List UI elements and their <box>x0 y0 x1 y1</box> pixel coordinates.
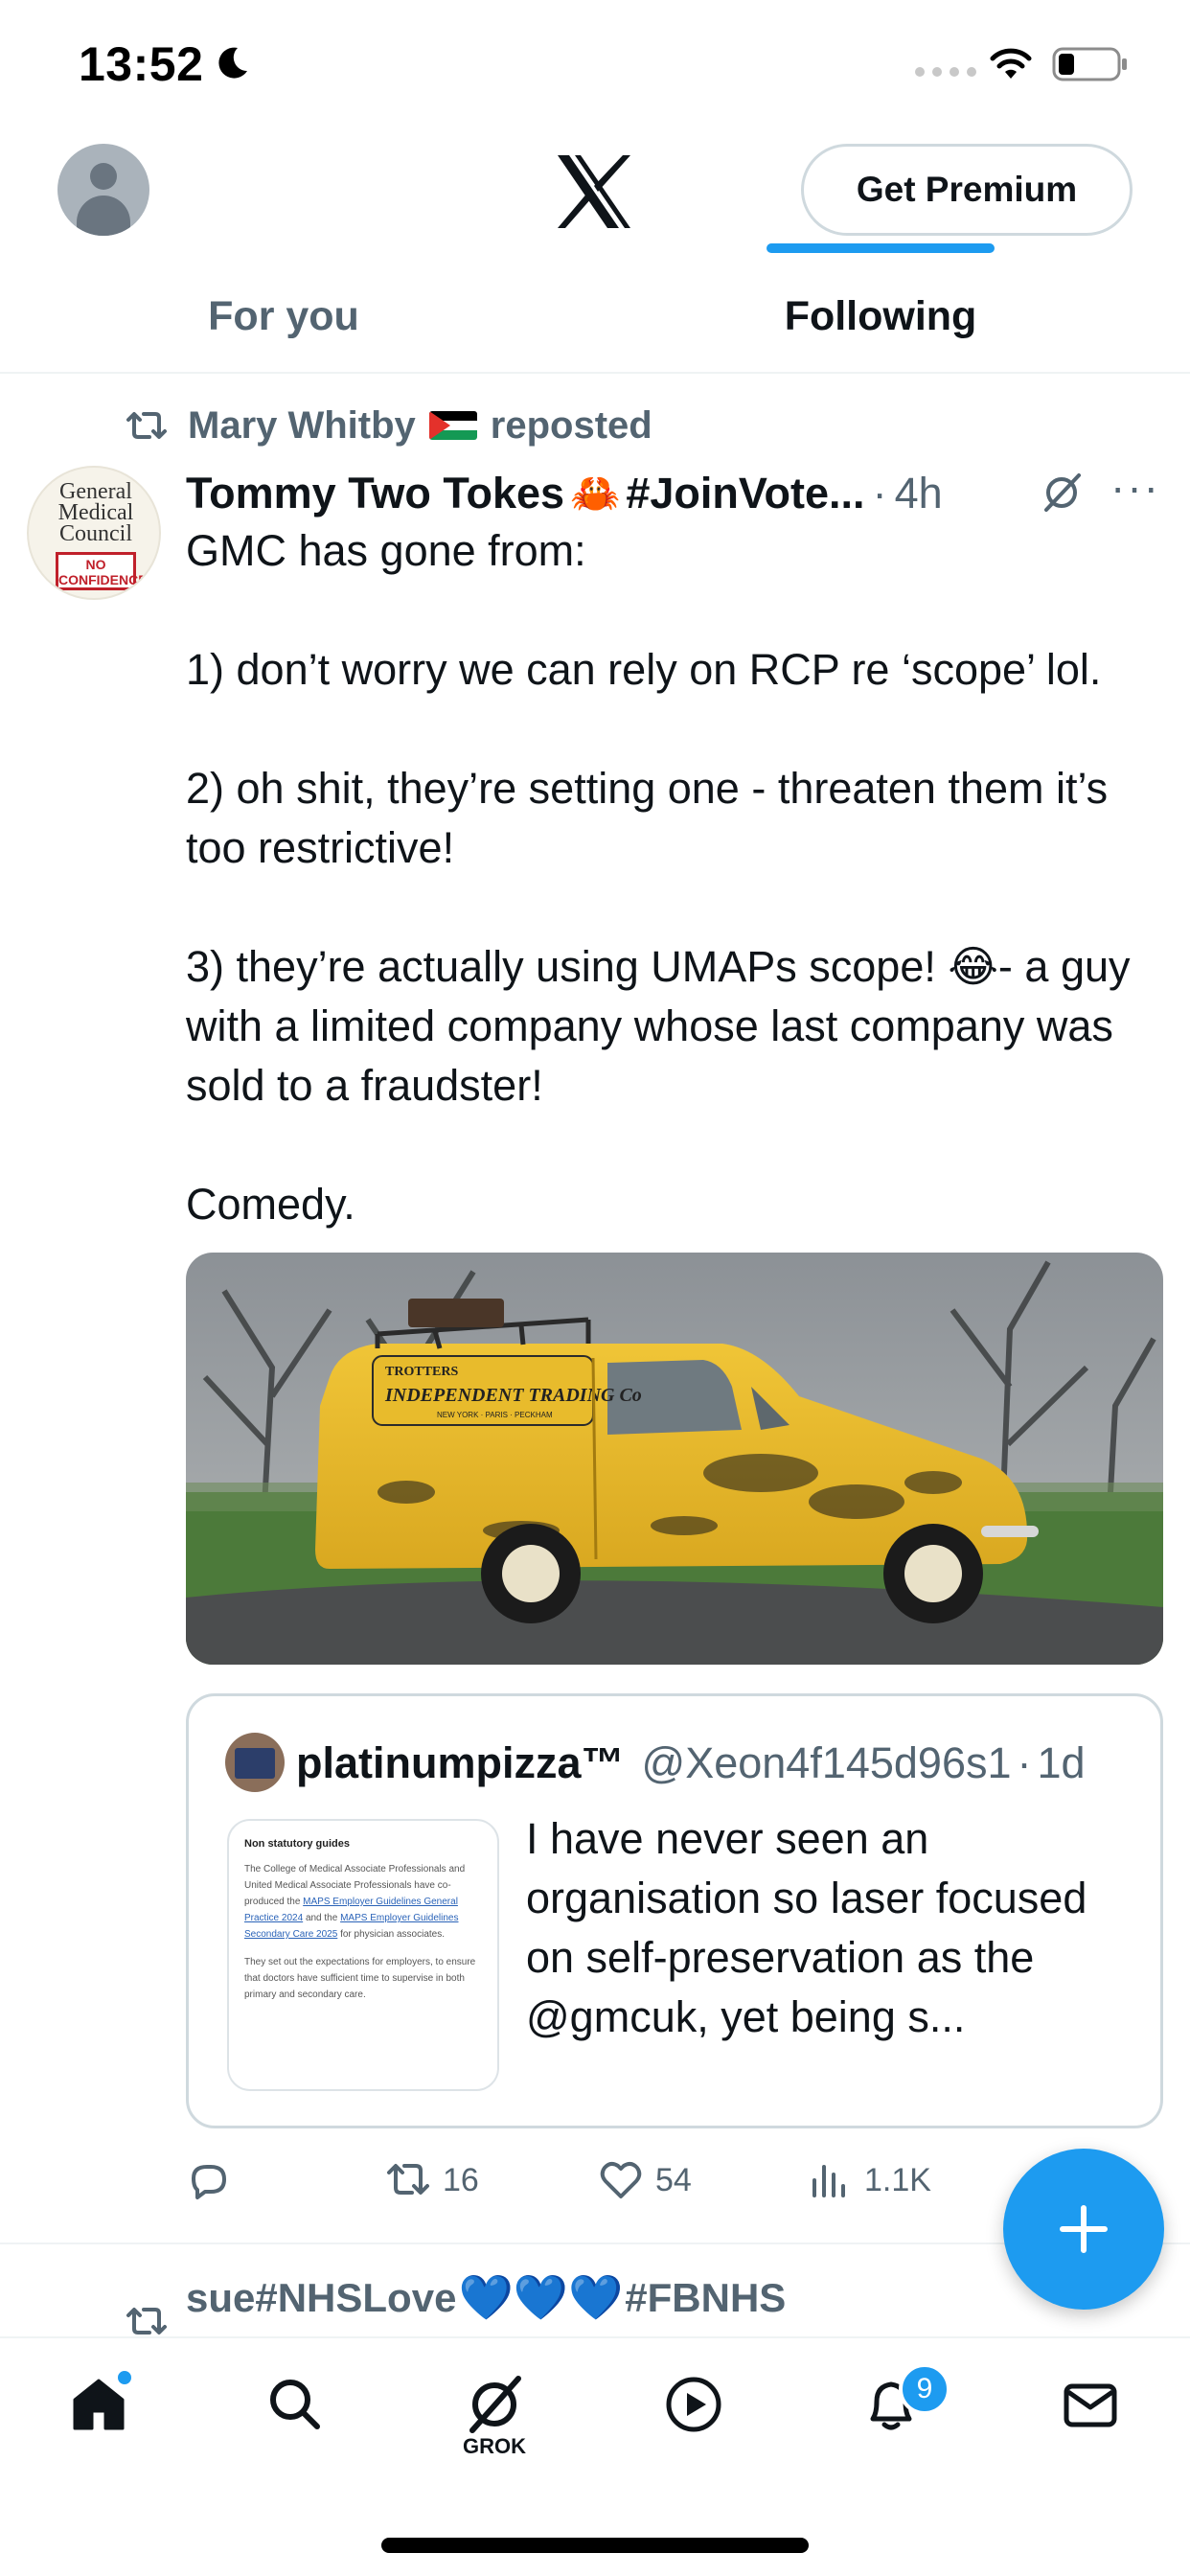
quote-header: platinumpizza™ @Xeon4f145d96s1 · 1d <box>296 1733 1086 1794</box>
quote-text: I have never seen an organisation so las… <box>526 1814 1087 2041</box>
feed-tabs: For you Following <box>0 259 1190 374</box>
quote-image-text: They set out the expectations for employ… <box>244 1957 476 2000</box>
van-sign-text: TROTTERS <box>385 1365 458 1379</box>
nav-home[interactable] <box>51 2369 147 2478</box>
views-icon <box>812 2165 845 2197</box>
repost-icon <box>126 412 167 439</box>
quote-image-body: The College of Medical Associate Profess… <box>244 1861 482 2003</box>
profile-avatar[interactable] <box>57 144 149 236</box>
nav-messages[interactable] <box>1042 2373 1138 2478</box>
van-sign-text: NEW YORK · PARIS · PECKHAM <box>437 1411 553 1419</box>
quote-image-text: and the <box>305 1913 338 1923</box>
signal-icon <box>915 67 976 77</box>
tab-for-you[interactable]: For you <box>0 259 567 374</box>
avatar-badge: NO CONFIDENCE <box>56 552 148 590</box>
repost-icon <box>126 2308 167 2334</box>
repost-attribution: Mary Whitby reposted <box>123 399 652 452</box>
nav-search[interactable] <box>247 2373 343 2478</box>
grok-icon[interactable] <box>1039 470 1085 516</box>
home-indicator <box>381 2538 809 2553</box>
repost-icon <box>387 2164 429 2195</box>
nav-video[interactable] <box>646 2373 742 2478</box>
compose-button[interactable] <box>1003 2149 1164 2310</box>
quote-author-handle[interactable]: @Xeon4f145d96s1 <box>642 1738 1012 1788</box>
compose-icon <box>1060 2205 1108 2253</box>
quote-image-text: for physician associates. <box>340 1929 446 1940</box>
avatar-text-line: Medical <box>57 500 134 525</box>
separator-dot: · <box>1017 1738 1032 1787</box>
avatar-text-line: General <box>59 479 132 504</box>
wifi-icon <box>990 48 1032 79</box>
moon-icon <box>218 47 247 79</box>
quoted-post[interactable]: platinumpizza™ @Xeon4f145d96s1 · 1d Non … <box>186 1693 1163 2128</box>
nav-notifications[interactable]: 9 <box>843 2363 950 2478</box>
post[interactable]: Mary Whitby reposted General Medical Cou… <box>0 383 1190 2244</box>
status-bar: 13:52 <box>0 0 1190 125</box>
quote-time[interactable]: 1d <box>1038 1738 1086 1788</box>
battery-icon <box>1052 47 1127 81</box>
reply-button[interactable] <box>186 2147 243 2214</box>
nav-grok[interactable]: GROK <box>446 2373 542 2478</box>
like-count: 54 <box>655 2161 692 2198</box>
like-button[interactable]: 54 <box>598 2147 692 2214</box>
quote-image[interactable]: Non statutory guides The College of Medi… <box>227 1819 499 2091</box>
messages-icon <box>1064 2383 1117 2427</box>
van-sign-text: INDEPENDENT TRADING Co <box>384 1385 642 1406</box>
video-icon <box>666 2377 721 2432</box>
author-avatar[interactable]: General Medical Council NO CONFIDENCE <box>27 466 161 600</box>
like-icon <box>600 2161 642 2198</box>
view-count: 1.1K <box>864 2161 931 2198</box>
repost-button[interactable]: 16 <box>385 2147 479 2214</box>
notification-badge: 9 <box>899 2363 950 2415</box>
author-tag[interactable]: #JoinVote... <box>626 469 864 518</box>
active-tab-indicator <box>767 243 995 253</box>
top-header: Get Premium For you Following <box>0 125 1190 383</box>
more-icon[interactable]: ··· <box>1110 465 1168 516</box>
reply-icon <box>192 2165 226 2199</box>
quote-image-title: Non statutory guides <box>244 1838 351 1850</box>
grok-icon <box>469 2376 521 2433</box>
grok-label: GROK <box>463 2434 526 2458</box>
get-premium-button[interactable]: Get Premium <box>801 144 1133 236</box>
views-button[interactable]: 1.1K <box>807 2147 931 2214</box>
repost-label: reposted <box>490 403 652 447</box>
author-name[interactable]: Tommy Two Tokes <box>186 469 564 518</box>
next-repost-attribution: sue#NHSLove 💙💙💙 #FBNHS <box>186 2271 786 2324</box>
quote-author-avatar[interactable] <box>225 1733 285 1792</box>
separator-dot: · <box>872 469 887 518</box>
post-time[interactable]: 4h <box>895 469 943 518</box>
blue-heart-icon: 💙💙💙 <box>458 2272 624 2322</box>
search-icon <box>270 2380 320 2429</box>
avatar-text-line: Council <box>59 521 132 546</box>
crab-emoji-icon: 🦀 <box>570 470 621 516</box>
palestine-flag-icon <box>428 411 477 440</box>
repost-count: 16 <box>443 2161 479 2198</box>
post-text: GMC has gone from: 1) don’t worry we can… <box>186 526 1131 1229</box>
next-repost-user[interactable]: sue#NHSLove <box>186 2275 456 2321</box>
post-image[interactable]: TROTTERS INDEPENDENT TRADING Co NEW YORK… <box>186 1253 1163 1665</box>
reliant-van-photo: TROTTERS INDEPENDENT TRADING Co NEW YORK… <box>186 1253 1163 1665</box>
quote-author-name[interactable]: platinumpizza™ <box>296 1738 625 1788</box>
repost-user-name[interactable]: Mary Whitby <box>188 404 416 448</box>
x-logo-icon <box>558 155 630 228</box>
tab-following[interactable]: Following <box>595 259 1166 374</box>
post-header: Tommy Two Tokes 🦀 #JoinVote... · 4h ··· <box>186 460 1173 527</box>
status-time: 13:52 <box>79 37 204 91</box>
next-repost-tag: #FBNHS <box>625 2274 787 2320</box>
home-unread-dot <box>116 2369 133 2386</box>
